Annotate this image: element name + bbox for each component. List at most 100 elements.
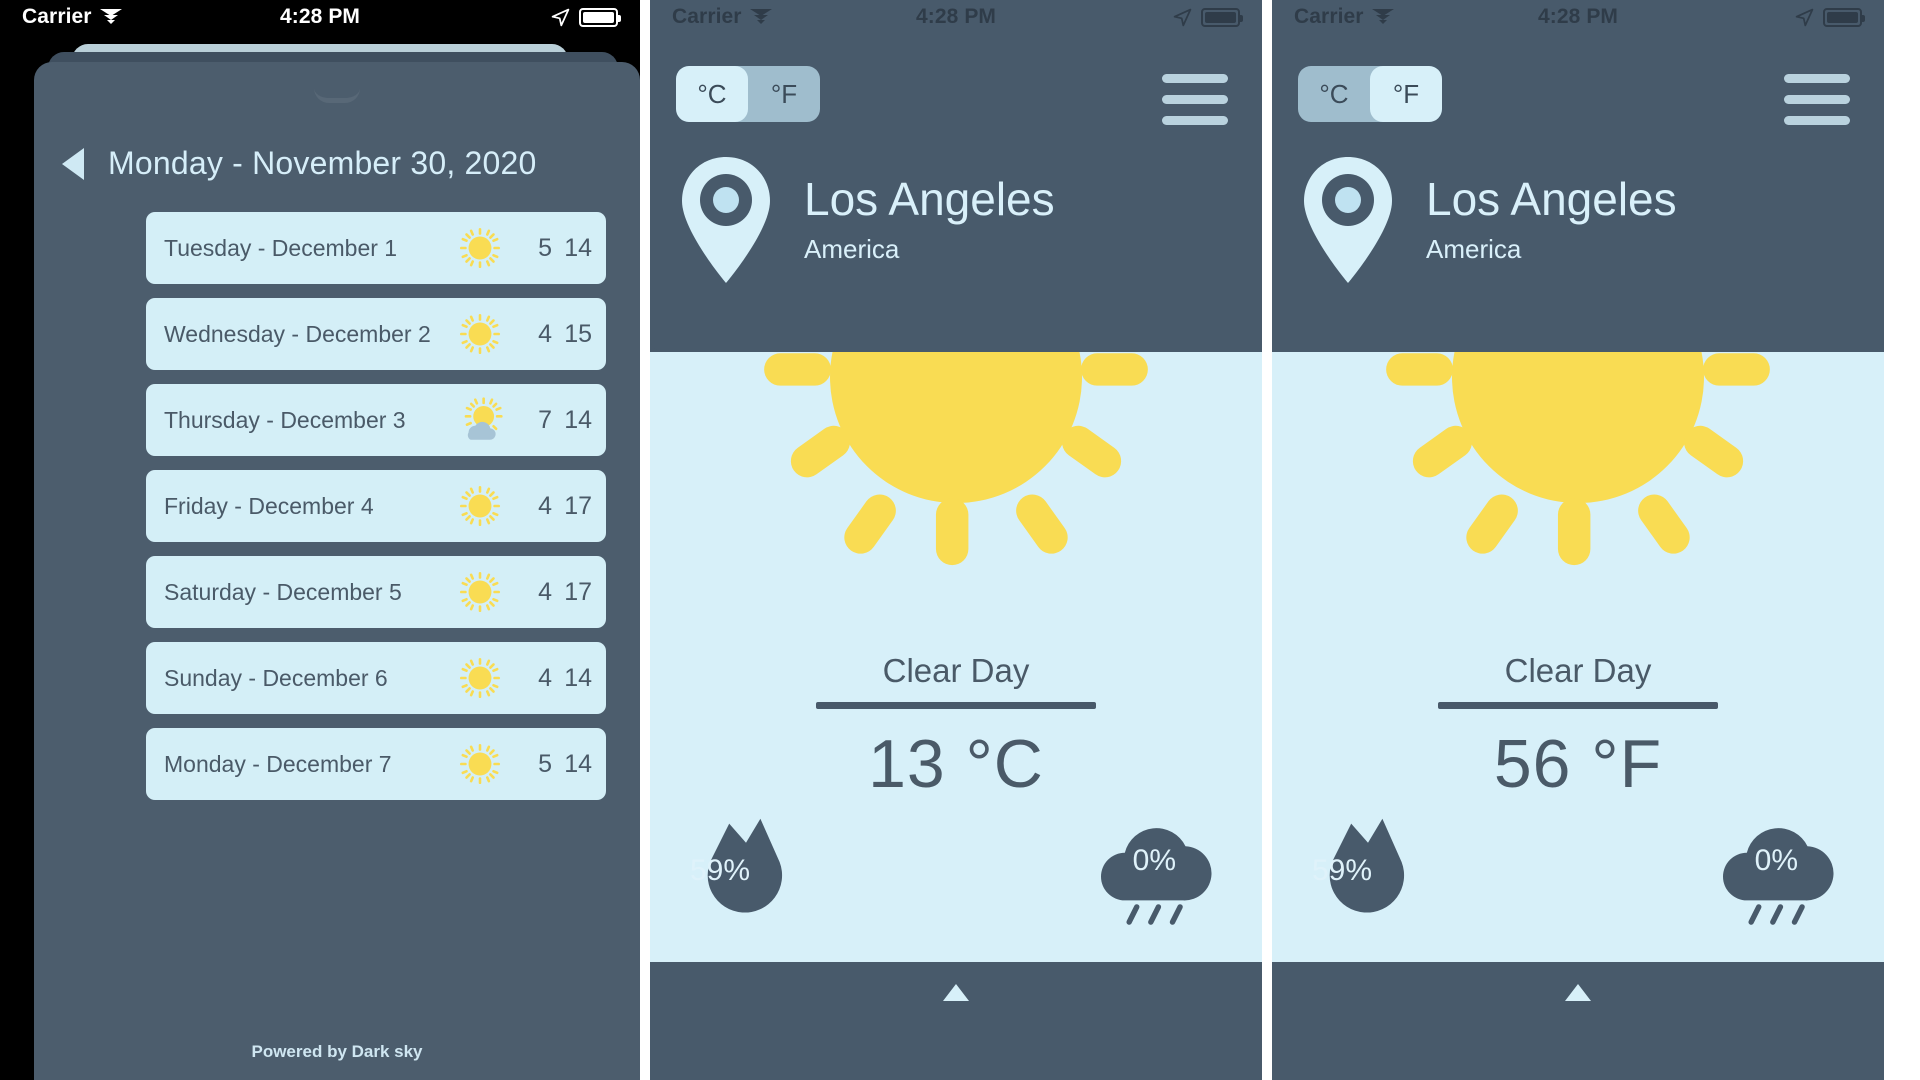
hamburger-menu-icon[interactable] xyxy=(1162,66,1228,125)
forecast-low-temp: 4 xyxy=(538,319,552,348)
chevron-up-icon[interactable] xyxy=(1565,984,1591,1001)
carrier-label: Carrier xyxy=(22,5,92,28)
precipitation-value: 0% xyxy=(1754,844,1798,877)
current-temperature: 13 °C xyxy=(868,726,1044,802)
forecast-high-temp: 17 xyxy=(564,491,592,520)
weather-fahrenheit-panel: Carrier 4:28 PM °C °F Los Angeles Americ… xyxy=(1272,0,1884,1080)
screenshot-root: Carrier 4:28 PM Monday - November 30, 20… xyxy=(0,0,1920,1080)
location-arrow-icon xyxy=(1173,8,1192,26)
forecast-low-temp: 4 xyxy=(538,577,552,606)
wifi-icon xyxy=(749,8,772,26)
weather-footer xyxy=(650,962,1262,1080)
sheet-header: Monday - November 30, 2020 xyxy=(34,103,640,182)
unit-toggle[interactable]: °C °F xyxy=(676,66,820,122)
weather-footer xyxy=(1272,962,1884,1080)
wifi-icon xyxy=(1371,8,1394,26)
status-bar: Carrier 4:28 PM xyxy=(650,0,1262,34)
status-bar-right xyxy=(551,7,621,27)
forecast-phone-panel: Carrier 4:28 PM Monday - November 30, 20… xyxy=(0,0,640,1080)
weather-celsius-panel: Carrier 4:28 PM °C °F Los Angeles Americ… xyxy=(650,0,1262,1080)
forecast-day-label: Wednesday - December 2 xyxy=(164,320,431,347)
city-name: Los Angeles xyxy=(1426,173,1677,226)
unit-option-celsius[interactable]: °C xyxy=(1298,66,1370,122)
location-text: Los Angeles America xyxy=(1426,175,1677,264)
forecast-high-temp: 14 xyxy=(564,749,592,778)
forecast-high-temp: 14 xyxy=(564,663,592,692)
unit-toggle[interactable]: °C °F xyxy=(1298,66,1442,122)
forecast-row[interactable]: Saturday - December 5 4 17 xyxy=(146,556,606,628)
location-block: Los Angeles America xyxy=(650,125,1262,285)
precipitation-value: 0% xyxy=(1132,844,1176,877)
page-title: Monday - November 30, 2020 xyxy=(108,145,537,181)
chevron-up-icon[interactable] xyxy=(943,984,969,1001)
condition-divider xyxy=(816,702,1096,709)
condition-divider xyxy=(1438,702,1718,709)
forecast-day-label: Sunday - December 6 xyxy=(164,664,388,691)
status-bar-left: Carrier xyxy=(22,5,122,29)
forecast-high-temp: 15 xyxy=(564,319,592,348)
partly-cloudy-day-icon xyxy=(464,397,503,440)
clear-day-icon xyxy=(764,352,1148,566)
weather-controls: °C °F xyxy=(650,34,1262,125)
unit-option-fahrenheit[interactable]: °F xyxy=(748,66,820,122)
region-name: America xyxy=(1426,233,1522,264)
forecast-list: Tuesday - December 1 5 14 Wednesday - De… xyxy=(34,212,640,800)
condition-label: Clear Day xyxy=(1504,652,1652,689)
unit-option-fahrenheit[interactable]: °F xyxy=(1370,66,1442,122)
clear-day-icon xyxy=(459,485,501,527)
back-arrow-icon[interactable] xyxy=(62,147,84,180)
forecast-row[interactable]: Tuesday - December 1 5 14 xyxy=(146,212,606,284)
forecast-row[interactable]: Sunday - December 6 4 14 xyxy=(146,642,606,714)
location-arrow-icon xyxy=(1795,8,1814,26)
clear-day-icon xyxy=(459,743,501,785)
region-name: America xyxy=(804,233,900,264)
forecast-day-label: Friday - December 4 xyxy=(164,492,374,519)
clear-day-icon xyxy=(1386,352,1770,566)
weather-body: Clear Day 13 °C 59% 0% xyxy=(650,352,1262,962)
battery-icon xyxy=(579,7,621,27)
weather-column: Carrier 4:28 PM °C °F Los Angeles Americ… xyxy=(1272,0,1884,1080)
battery-icon xyxy=(1823,7,1865,27)
humidity-value: 59% xyxy=(1312,854,1373,887)
status-bar: Carrier 4:28 PM xyxy=(0,0,640,34)
metrics-row: 59% 0% xyxy=(1272,800,1884,940)
forecast-high-temp: 14 xyxy=(564,405,592,434)
forecast-low-temp: 4 xyxy=(538,663,552,692)
weather-column: Carrier 4:28 PM °C °F Los Angeles Americ… xyxy=(650,0,1262,1080)
wifi-icon xyxy=(99,8,122,26)
condition-block: Clear Day 13 °C xyxy=(650,652,1262,803)
location-block: Los Angeles America xyxy=(1272,125,1884,285)
forecast-day-label: Monday - December 7 xyxy=(164,750,392,777)
map-pin-icon xyxy=(682,157,770,283)
hamburger-menu-icon[interactable] xyxy=(1784,66,1850,125)
forecast-high-temp: 14 xyxy=(564,233,592,262)
weather-body: Clear Day 56 °F 59% 0% xyxy=(1272,352,1884,962)
unit-option-celsius[interactable]: °C xyxy=(676,66,748,122)
status-bar-left: Carrier xyxy=(1294,5,1394,29)
forecast-row[interactable]: Wednesday - December 2 4 15 xyxy=(146,298,606,370)
sheet-grabber[interactable] xyxy=(314,88,360,103)
forecast-day-label: Thursday - December 3 xyxy=(164,406,406,433)
forecast-low-temp: 5 xyxy=(538,233,552,262)
forecast-row[interactable]: Monday - December 7 5 14 xyxy=(146,728,606,800)
location-arrow-icon xyxy=(551,8,570,26)
status-bar: Carrier 4:28 PM xyxy=(1272,0,1884,34)
status-bar-right xyxy=(1795,7,1865,27)
battery-icon xyxy=(1201,7,1243,27)
forecast-day-label: Tuesday - December 1 xyxy=(164,234,398,261)
forecast-sheet: Monday - November 30, 2020 Tuesday - Dec… xyxy=(34,62,640,1080)
condition-label: Clear Day xyxy=(882,652,1030,689)
forecast-low-temp: 5 xyxy=(538,749,552,778)
weather-header: Carrier 4:28 PM °C °F Los Angeles Americ… xyxy=(1272,0,1884,352)
clear-day-icon xyxy=(459,313,501,355)
status-bar-left: Carrier xyxy=(672,5,772,29)
forecast-high-temp: 17 xyxy=(564,577,592,606)
condition-block: Clear Day 56 °F xyxy=(1272,652,1884,803)
forecast-row[interactable]: Friday - December 4 4 17 xyxy=(146,470,606,542)
carrier-label: Carrier xyxy=(1294,5,1364,28)
city-name: Los Angeles xyxy=(804,173,1055,226)
current-temperature: 56 °F xyxy=(1493,726,1663,802)
weather-header: Carrier 4:28 PM °C °F Los Angeles Americ… xyxy=(650,0,1262,352)
forecast-row[interactable]: Thursday - December 3 7 14 xyxy=(146,384,606,456)
forecast-day-label: Saturday - December 5 xyxy=(164,578,402,605)
